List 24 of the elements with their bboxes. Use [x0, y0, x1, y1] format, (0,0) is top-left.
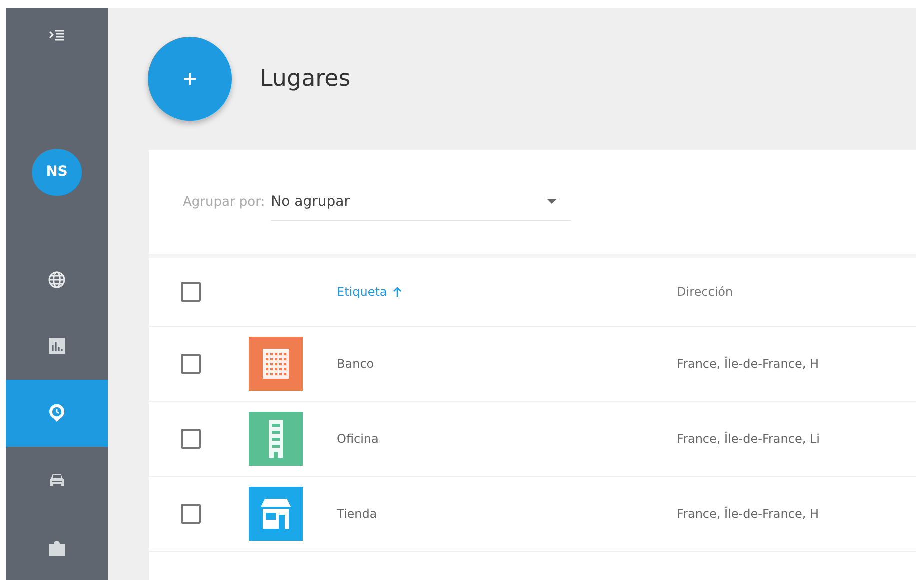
caret-icon — [547, 199, 558, 204]
address-cell-text: France, Île-de-France, Li — [677, 432, 821, 446]
plus-icon — [182, 71, 198, 87]
label-cell-text: Tienda — [337, 507, 378, 521]
globe-icon — [48, 270, 66, 289]
row-checkbox[interactable] — [181, 354, 201, 374]
row-checkbox[interactable] — [181, 504, 201, 524]
label-cell-text: Banco — [337, 357, 376, 371]
sort-up-icon — [393, 287, 402, 297]
address-cell-text: France, Île-de-France, H — [677, 507, 820, 521]
chart-icon — [49, 338, 65, 354]
column-header[interactable]: Etiqueta — [337, 285, 677, 299]
column-header[interactable]: Dirección — [677, 285, 734, 299]
page-title: Lugares — [260, 66, 351, 92]
label-cell-text: Oficina — [337, 432, 380, 446]
user-avatar[interactable]: NS — [32, 148, 82, 196]
location-clock-icon — [48, 403, 66, 424]
group-by-dropdown[interactable]: No agrupar — [271, 184, 572, 220]
select-all-checkbox[interactable] — [181, 282, 201, 302]
car-icon — [48, 472, 66, 488]
row-checkbox[interactable] — [181, 429, 201, 449]
add-button[interactable] — [148, 37, 232, 121]
address-cell-text: France, Île-de-France, H — [677, 357, 820, 371]
group-by-label: Agrupar por: — [183, 194, 266, 210]
